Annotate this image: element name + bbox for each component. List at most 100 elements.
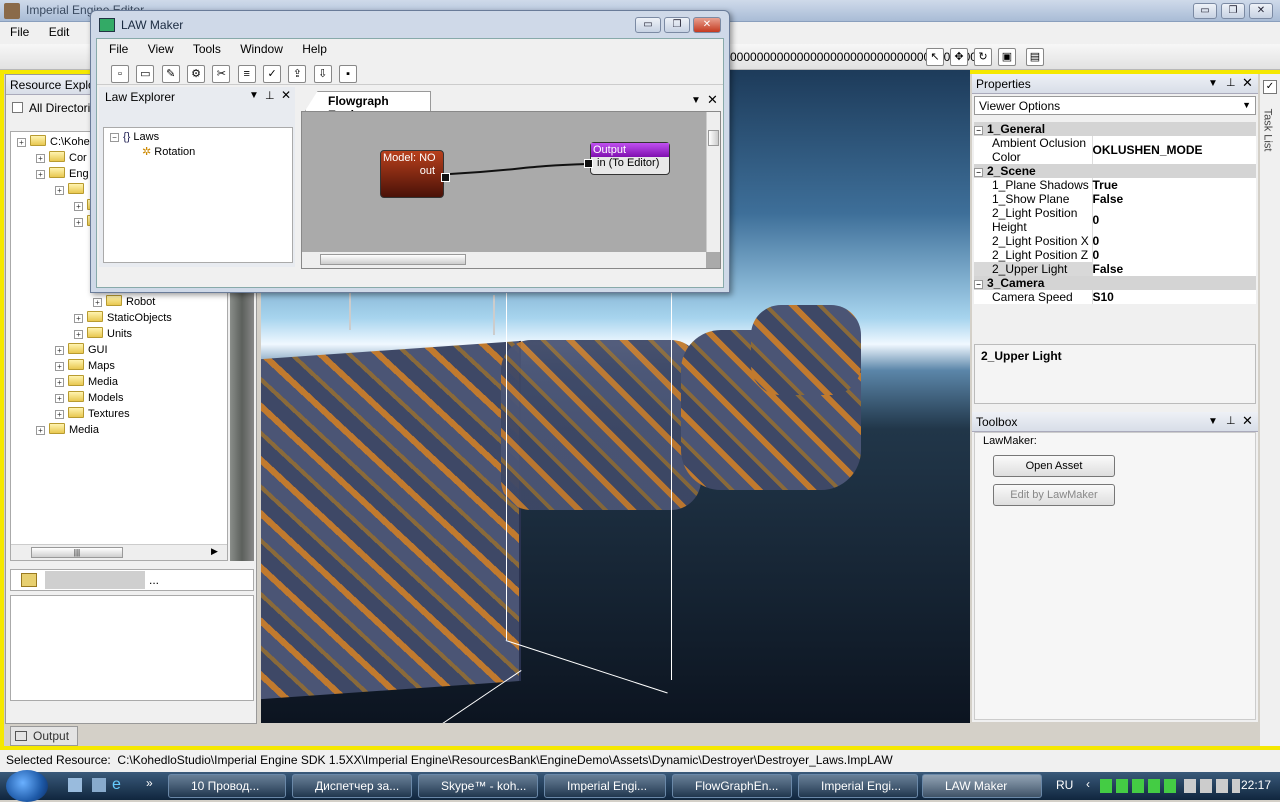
expand-icon[interactable]: + — [55, 410, 64, 419]
property-category[interactable]: −1_General — [974, 122, 1256, 136]
property-value[interactable]: 0 — [1091, 248, 1256, 262]
save-icon[interactable]: ▪ — [339, 65, 358, 83]
tree-node[interactable]: + StaticObjects — [11, 310, 172, 326]
output-tab[interactable]: Output — [10, 726, 78, 746]
tray-icons[interactable] — [1100, 779, 1180, 793]
law-tree-root[interactable]: −{} Laws — [104, 128, 292, 143]
in-port[interactable] — [584, 159, 593, 168]
system-tray-icons[interactable] — [1184, 779, 1240, 793]
explorer-menu-icon[interactable]: ▼ — [249, 90, 259, 101]
edit-icon[interactable] — [21, 573, 37, 587]
close-button[interactable]: ✕ — [1249, 3, 1273, 19]
property-row[interactable]: 1_Show Plane False — [974, 192, 1256, 206]
taskbar-item[interactable]: Imperial Engi... — [798, 774, 918, 798]
law-menu-window[interactable]: Window — [232, 42, 291, 56]
import-icon[interactable]: ⇩ — [313, 65, 332, 83]
tree-node[interactable]: + Units — [11, 326, 172, 342]
menu-edit[interactable]: Edit — [41, 22, 78, 42]
search-input[interactable] — [45, 571, 145, 589]
tree-horizontal-scrollbar[interactable]: ||| ▶ — [11, 544, 227, 560]
property-value[interactable]: False — [1091, 192, 1256, 206]
property-value[interactable]: True — [1091, 178, 1256, 192]
render-tool-icon[interactable]: ▤ — [1026, 48, 1044, 66]
vscroll-thumb[interactable] — [708, 130, 719, 146]
all-directories-checkbox[interactable] — [12, 102, 23, 113]
expand-icon[interactable]: + — [55, 186, 64, 195]
flowgraph-vscroll[interactable] — [706, 112, 720, 252]
select-tool-icon[interactable]: ↖ — [926, 48, 944, 66]
quicklaunch-expand-icon[interactable]: » — [146, 776, 153, 790]
taskbar-item[interactable]: Imperial Engi... — [544, 774, 666, 798]
task-list-tab[interactable]: Task List — [1261, 109, 1273, 152]
law-minimize-button[interactable]: ▭ — [635, 17, 661, 33]
toolbox-menu-icon[interactable]: ▼ — [1208, 416, 1218, 427]
explorer-quick-icon[interactable] — [92, 778, 106, 792]
property-row[interactable]: 1_Plane Shadows True — [974, 178, 1256, 192]
task-list-icon[interactable]: ✓ — [1263, 80, 1277, 94]
law-menu-file[interactable]: File — [97, 42, 136, 56]
explorer-close-icon[interactable]: ✕ — [281, 88, 291, 102]
open-icon[interactable]: ▭ — [136, 65, 155, 83]
expand-icon[interactable]: + — [55, 378, 64, 387]
viewer-options-dropdown[interactable]: Viewer Options ▼ — [974, 96, 1256, 115]
expand-icon[interactable]: + — [93, 298, 102, 307]
law-menu-view[interactable]: View — [140, 42, 182, 56]
taskbar-item[interactable]: LAW Maker — [922, 774, 1042, 798]
expand-icon[interactable]: + — [74, 218, 83, 227]
menu-file[interactable]: File — [0, 22, 37, 42]
flowgraph-canvas[interactable]: Model: NO out Output in (To Editor) — [301, 111, 721, 269]
tab-flowgraph-engine[interactable]: Flowgraph Engine — [305, 91, 431, 111]
tools-icon[interactable]: ✂ — [212, 65, 231, 83]
maximize-button[interactable]: ❐ — [1221, 3, 1245, 19]
property-row[interactable]: 2_Light Position X0 — [974, 234, 1256, 248]
output-node[interactable]: Output in (To Editor) — [584, 142, 670, 175]
tree-node[interactable]: + Maps — [11, 358, 172, 374]
ie-quick-icon[interactable]: e — [112, 776, 121, 794]
hscroll-thumb[interactable] — [320, 254, 466, 265]
open-asset-button[interactable]: Open Asset — [993, 455, 1115, 477]
collapse-icon[interactable]: − — [974, 126, 983, 135]
scroll-thumb[interactable]: ||| — [31, 547, 123, 558]
toolbox-close-icon[interactable]: ✕ — [1242, 413, 1253, 429]
minimize-button[interactable]: ▭ — [1193, 3, 1217, 19]
property-row[interactable]: 2_Light Position Height 0 — [974, 206, 1256, 234]
property-row[interactable]: 2_Light Position Z0 — [974, 248, 1256, 262]
export-icon[interactable]: ⇪ — [288, 65, 307, 83]
toolbox-pin-icon[interactable]: ⊥ — [1226, 414, 1236, 427]
property-value[interactable]: 0 — [1091, 234, 1256, 248]
flowgraph-hscroll[interactable] — [302, 252, 706, 268]
tool2-icon[interactable]: ⚙ — [187, 65, 206, 83]
explorer-pin-icon[interactable]: ⊥ — [265, 89, 275, 102]
expand-icon[interactable]: + — [17, 138, 26, 147]
law-tree-rotation[interactable]: ✲ Rotation — [104, 143, 292, 158]
tool1-icon[interactable]: ✎ — [161, 65, 180, 83]
property-value[interactable]: OKLUSHEN_MODE — [1091, 136, 1256, 164]
tree-node[interactable]: + Textures — [11, 406, 172, 422]
show-desktop-icon[interactable] — [68, 778, 82, 792]
property-value[interactable]: False — [1091, 262, 1256, 276]
expand-icon[interactable]: + — [74, 330, 83, 339]
list-icon[interactable]: ≡ — [237, 65, 256, 83]
collapse-icon[interactable]: − — [974, 280, 983, 289]
law-menu-help[interactable]: Help — [294, 42, 335, 56]
scale-tool-icon[interactable]: ▣ — [998, 48, 1016, 66]
expand-icon[interactable]: + — [36, 426, 45, 435]
taskbar-item[interactable]: Диспетчер за... — [292, 774, 412, 798]
expand-icon[interactable]: + — [55, 346, 64, 355]
taskbar-item[interactable]: FlowGraphEn... — [672, 774, 792, 798]
tree-node[interactable]: + GUI — [11, 342, 172, 358]
property-row[interactable]: Camera Speed S10 — [974, 290, 1256, 304]
law-close-button[interactable]: ✕ — [693, 17, 721, 33]
scroll-right-icon[interactable]: ▶ — [211, 546, 218, 557]
rotate-tool-icon[interactable]: ↻ — [974, 48, 992, 66]
taskbar-item[interactable]: Skype™ - koh... — [418, 774, 538, 798]
properties-close-icon[interactable]: ✕ — [1242, 75, 1253, 91]
property-row[interactable]: 2_Upper Light False — [974, 262, 1256, 276]
expand-icon[interactable]: + — [74, 314, 83, 323]
tray-expand-icon[interactable]: ‹ — [1086, 777, 1090, 791]
tab-menu-icon[interactable]: ▼ — [691, 95, 701, 106]
property-category[interactable]: −3_Camera — [974, 276, 1256, 290]
tree-node[interactable]: + Media — [11, 374, 172, 390]
expand-icon[interactable]: + — [36, 170, 45, 179]
browse-ellipsis[interactable]: ... — [149, 573, 159, 587]
